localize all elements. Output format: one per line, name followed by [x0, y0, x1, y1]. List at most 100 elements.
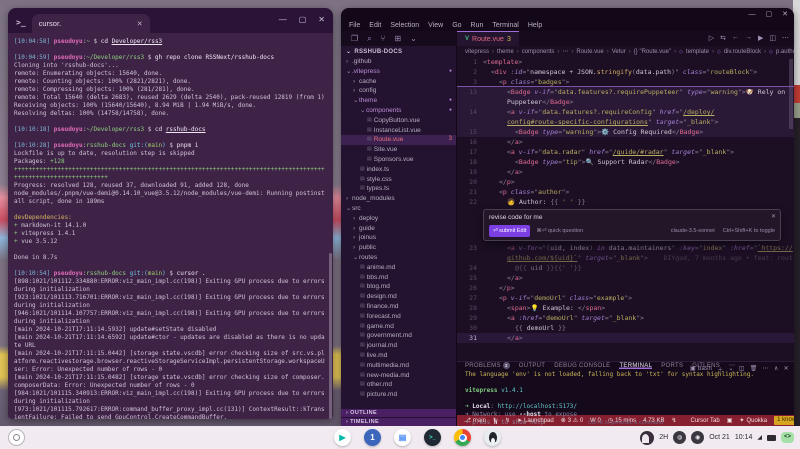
tree-item-InstanceList-vue[interactable]: ▤InstanceList.vue — [341, 126, 456, 136]
menu-run[interactable]: Run — [471, 21, 484, 31]
tree-item-index-ts[interactable]: ▤index.ts — [341, 165, 456, 175]
tree-item-Sponsors-vue[interactable]: ▤Sponsors.vue — [341, 155, 456, 165]
extensions-icon[interactable]: ⊞ — [394, 34, 401, 43]
breadcrumb-item[interactable]: Vetur — [612, 49, 626, 55]
forward-icon[interactable]: → — [745, 34, 752, 42]
code-line-24[interactable]: 24@{{ uid }}{{' '}} — [457, 263, 794, 273]
tree-item--vitepress[interactable]: ⌄.vitepress● — [341, 67, 456, 77]
panel-tab-ports[interactable]: PORTS — [661, 362, 683, 369]
avatar[interactable] — [640, 431, 654, 445]
back-icon[interactable]: ← — [732, 34, 739, 42]
breadcrumb-item[interactable]: {} "Route.vue" — [634, 49, 671, 55]
tree-item-forecast-md[interactable]: ▤forecast.md — [341, 312, 456, 322]
code-line-wrap[interactable]: github.com/${uid}`" target="_blank"> DIY… — [457, 253, 794, 263]
code-line-17[interactable]: 17<a v-if="data.radar" href="/guide/#rad… — [457, 147, 794, 157]
breadcrumb-item[interactable]: components — [522, 49, 555, 55]
maximize-icon[interactable]: ▢ — [766, 11, 773, 18]
tree-item-components[interactable]: ⌄components● — [341, 106, 456, 116]
close-icon[interactable]: ✕ — [318, 15, 325, 24]
run-icon[interactable]: ▷ — [709, 34, 714, 42]
more-actions-icon[interactable]: ⋯ — [782, 34, 789, 42]
terminal-icon[interactable]: >_ — [424, 429, 441, 446]
tree-item-public[interactable]: ›public — [341, 243, 456, 253]
ai-edit-widget[interactable]: ✕revise code for me⏎ submit Edit⌘⏎ quick… — [483, 209, 781, 241]
run-all-icon[interactable]: ▶ — [758, 34, 763, 42]
code-line-22[interactable]: 22🧑 Author: {{ ' ' }} — [457, 197, 794, 207]
code-line-21[interactable]: 21<p class="author"> — [457, 187, 794, 197]
close-icon[interactable]: ✕ — [771, 212, 776, 222]
onepassword-icon[interactable]: 1 — [364, 429, 381, 446]
explorer-icon[interactable]: ❐ — [351, 34, 358, 43]
tree-item-Site-vue[interactable]: ▤Site.vue — [341, 145, 456, 155]
submit-edit-button[interactable]: ⏎ submit Edit — [489, 225, 530, 237]
code-line-30[interactable]: 30{{ demoUrl }} — [457, 323, 794, 333]
tab-route-vue[interactable]: V Route.vue 3 — [457, 31, 519, 46]
code-line-25[interactable]: 25</a> — [457, 273, 794, 283]
code-line-29[interactable]: 29<a :href="demoUrl" target="_blank"> — [457, 313, 794, 323]
breadcrumb-item[interactable]: p.author — [776, 49, 794, 55]
tree-item-types-ts[interactable]: ▤types.ts — [341, 184, 456, 194]
code-line-26[interactable]: 26</p> — [457, 283, 794, 293]
tree-item-theme[interactable]: ⌄theme● — [341, 96, 456, 106]
play-store-icon[interactable]: ▶ — [334, 429, 351, 446]
tree-item-cache[interactable]: ›cache — [341, 77, 456, 87]
code-editor[interactable]: 1<template>2<div :id="namespace + JSON.s… — [457, 57, 794, 361]
breadcrumb-item[interactable]: vitepress — [465, 49, 489, 55]
panel-tab-problems[interactable]: PROBLEMS3 — [465, 362, 510, 369]
breadcrumb-item[interactable]: div.routeBlock — [724, 49, 761, 55]
tree-item-picture-md[interactable]: ▤picture.md — [341, 390, 456, 400]
panel-tab-terminal[interactable]: TERMINAL — [619, 362, 652, 369]
breadcrumb-item[interactable]: theme — [497, 49, 514, 55]
menu-go[interactable]: Go — [452, 21, 461, 31]
search-icon[interactable]: ⌕ — [367, 34, 371, 44]
tree-item-style-css[interactable]: ▤style.css — [341, 175, 456, 185]
minimize-icon[interactable]: — — [749, 11, 756, 18]
code-line-18[interactable]: 18<Badge type="tip">🔍 Support Radar</Bad… — [457, 157, 794, 167]
notification-icon-2[interactable]: ◉ — [691, 431, 704, 444]
code-badge[interactable]: <> — [781, 432, 794, 443]
menu-help[interactable]: Help — [528, 21, 542, 31]
menu-view[interactable]: View — [428, 21, 443, 31]
tree-item-routes[interactable]: ⌄routes — [341, 253, 456, 263]
menu-edit[interactable]: Edit — [369, 21, 381, 31]
split-editor-icon[interactable]: ◫ — [769, 34, 776, 42]
code-line-1[interactable]: 1<template> — [457, 57, 794, 67]
code-line-28[interactable]: 28<span>💡 Example: </span> — [457, 303, 794, 313]
ai-input[interactable]: revise code for me — [489, 213, 775, 222]
tree-item-node_modules[interactable]: ›node_modules — [341, 194, 456, 204]
tree-item-CopyButton-vue[interactable]: ▤CopyButton.vue — [341, 116, 456, 126]
tree-item-deploy[interactable]: ›deploy — [341, 214, 456, 224]
integrated-terminal[interactable]: The language 'env' is not loaded, fallin… — [457, 369, 794, 426]
tree-item-game-md[interactable]: ▤game.md — [341, 322, 456, 332]
vscode-titlebar[interactable]: —▢✕ — [341, 8, 794, 21]
tree-item-live-md[interactable]: ▤live.md — [341, 351, 456, 361]
model-name[interactable]: claude-3.5-sonnet — [671, 226, 715, 236]
menu-file[interactable]: File — [349, 21, 360, 31]
breadcrumb-item[interactable]: ⋯ — [562, 48, 568, 55]
chrome-icon[interactable] — [454, 429, 471, 446]
code-line-23[interactable]: 23<a v-for="(uid, index) in data.maintai… — [457, 243, 794, 253]
tree-item-anime-md[interactable]: ▤anime.md — [341, 263, 456, 273]
menu-selection[interactable]: Selection — [390, 21, 419, 31]
tree-item-config[interactable]: ›config — [341, 86, 456, 96]
launcher-button[interactable] — [8, 429, 25, 446]
code-line-wrap[interactable]: Puppeteer</Badge> — [457, 97, 794, 107]
tree-item-design-md[interactable]: ▤design.md — [341, 292, 456, 302]
code-line-20[interactable]: 20</p> — [457, 177, 794, 187]
tree-item-multimedia-md[interactable]: ▤multimedia.md — [341, 361, 456, 371]
code-line-wrap[interactable]: config#route-specific-configurations" ta… — [457, 117, 794, 127]
code-line-31[interactable]: 31</a> — [457, 333, 794, 343]
tree-item-government-md[interactable]: ▤government.md — [341, 331, 456, 341]
tree-item-bbs-md[interactable]: ▤bbs.md — [341, 273, 456, 283]
chevron-down-icon[interactable]: ⌄ — [410, 34, 417, 43]
code-line-19[interactable]: 19</a> — [457, 167, 794, 177]
minimize-icon[interactable]: — — [279, 15, 287, 24]
timeline-section[interactable]: › TIMELINE — [341, 418, 456, 426]
maximize-icon[interactable]: ▢ — [299, 15, 307, 24]
tree-item-Route-vue[interactable]: ▤Route.vue3 — [341, 135, 456, 145]
tree-item-src[interactable]: ⌄src — [341, 204, 456, 214]
terminal-tab[interactable]: cursor. ✕ — [32, 14, 150, 33]
code-line-3[interactable]: 3<p class="badges"> — [457, 77, 794, 87]
tree-item-guide[interactable]: ›guide — [341, 224, 456, 234]
code-line-2[interactable]: 2<div :id="namespace + JSON.stringify(da… — [457, 67, 794, 77]
